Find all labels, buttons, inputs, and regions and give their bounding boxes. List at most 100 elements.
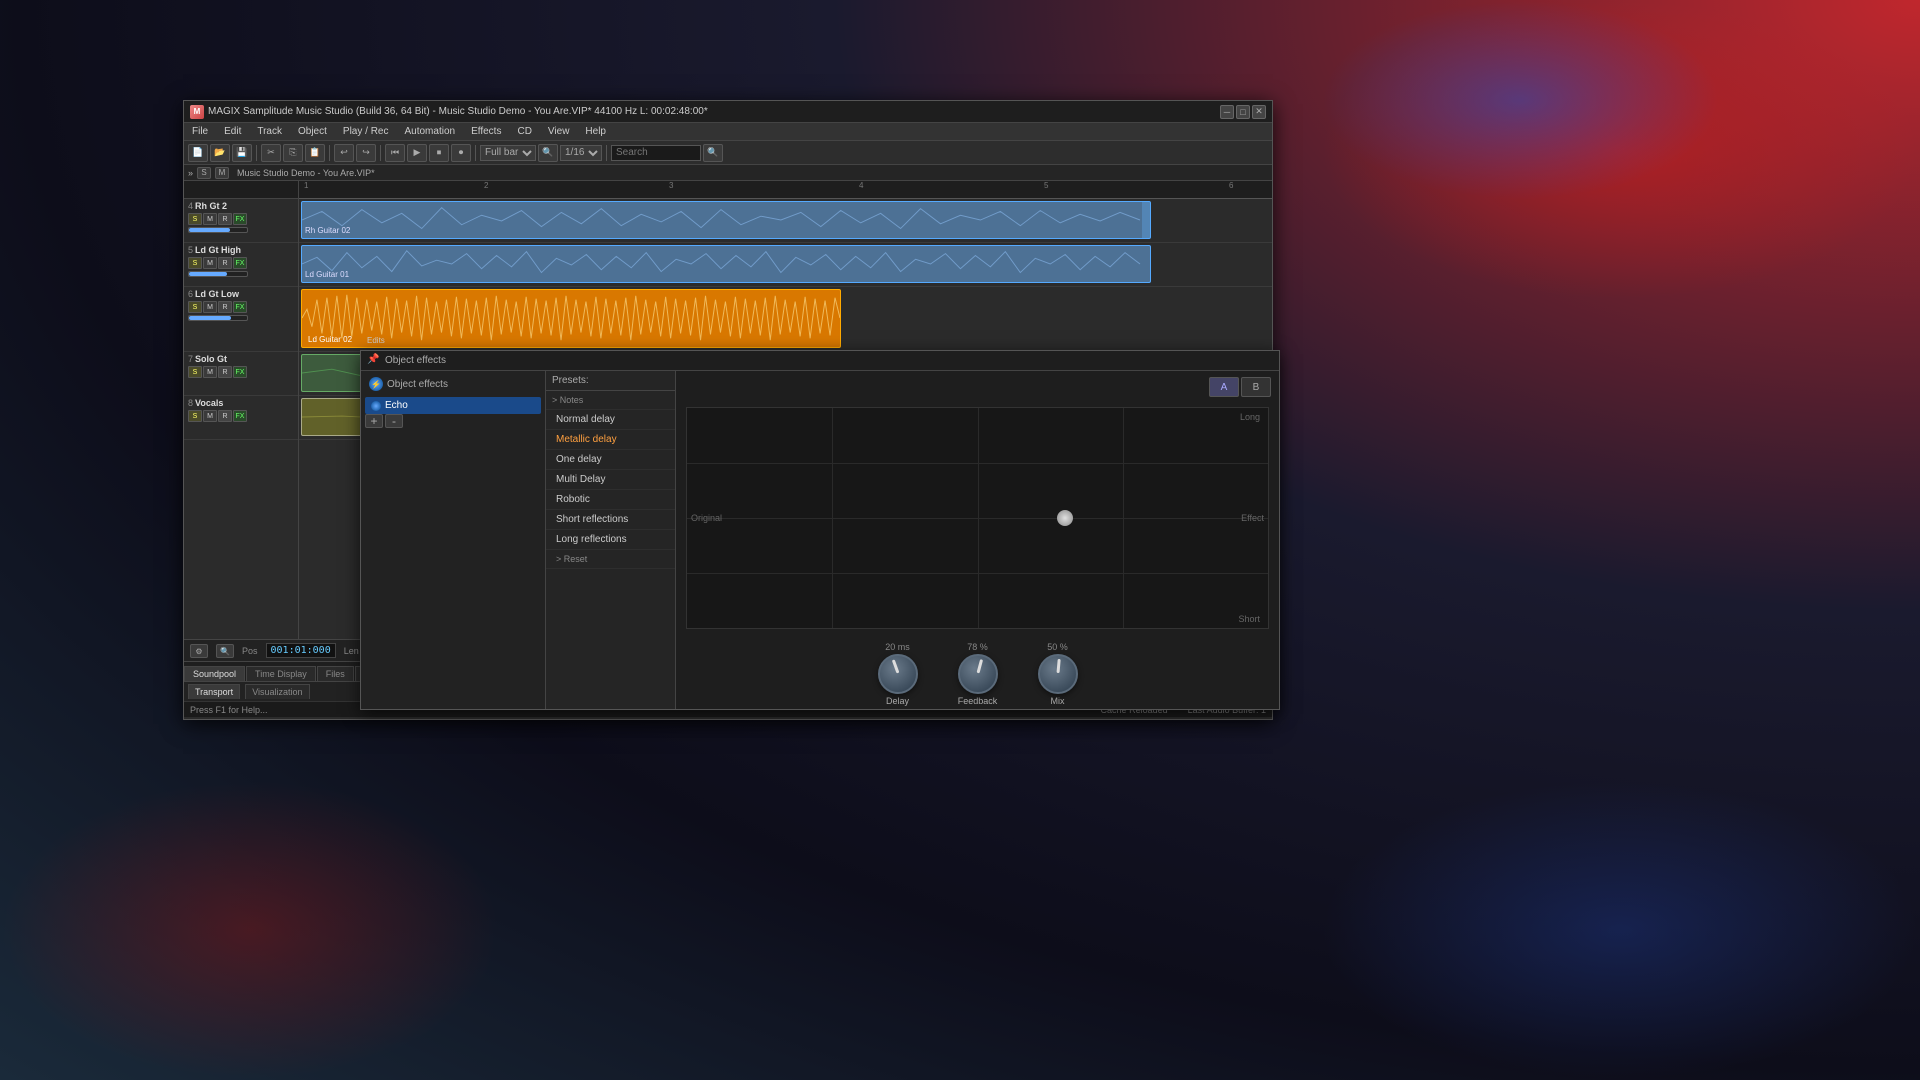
search-input[interactable] [611, 145, 701, 161]
zoom-select[interactable]: Full bar [480, 145, 536, 161]
menu-track[interactable]: Track [255, 126, 284, 137]
track-4-rec[interactable]: R [218, 213, 232, 225]
preset-long-reflections[interactable]: Long reflections [546, 530, 675, 550]
toolbar-paste[interactable]: 📋 [305, 144, 325, 162]
menu-view[interactable]: View [546, 126, 572, 137]
menu-automation[interactable]: Automation [402, 126, 457, 137]
toolbar-redo[interactable]: ↪ [356, 144, 376, 162]
feedback-knob[interactable] [958, 654, 998, 694]
track-7-solo[interactable]: S [188, 366, 202, 378]
track-6-fx[interactable]: FX [233, 301, 247, 313]
preset-multi-delay[interactable]: Multi Delay [546, 470, 675, 490]
track-name-6: Ld Gt Low [195, 289, 239, 299]
menu-edit[interactable]: Edit [222, 126, 243, 137]
clip-label-ld-guitar-low: Ld Guitar 02 [305, 334, 355, 345]
tab-transport[interactable]: Transport [188, 684, 240, 699]
toolbar-copy[interactable]: ⎘ [283, 144, 303, 162]
close-button[interactable]: ✕ [1252, 105, 1266, 119]
menu-effects[interactable]: Effects [469, 126, 503, 137]
add-effect-button[interactable]: + [365, 414, 383, 428]
pin-icon[interactable]: 📌 [367, 354, 381, 368]
track-4-mute[interactable]: M [203, 213, 217, 225]
track-8-mute[interactable]: M [203, 410, 217, 422]
clip-ld-guitar-low[interactable]: Ld Guitar 02 Edits [301, 289, 841, 348]
mix-knob-container: 50 % Mix [1038, 642, 1078, 706]
clip-ld-guitar-high[interactable]: Ld Guitar 01 [301, 245, 1151, 283]
toolbar-open[interactable]: 📂 [210, 144, 230, 162]
mix-knob[interactable] [1038, 654, 1078, 694]
track-8-fx[interactable]: FX [233, 410, 247, 422]
delay-knob[interactable] [878, 654, 918, 694]
clip-rh-guitar[interactable]: Rh Guitar 02 [301, 201, 1151, 239]
project-sub-bar: » S M Music Studio Demo - You Are.VIP* [184, 165, 1272, 181]
track-5-fader[interactable] [188, 271, 248, 277]
transport-setup[interactable]: ⚙ [190, 644, 208, 658]
track-7-fx[interactable]: FX [233, 366, 247, 378]
toolbar-save[interactable]: 💾 [232, 144, 252, 162]
toolbar-new[interactable]: 📄 [188, 144, 208, 162]
preset-normal-delay[interactable]: Normal delay [546, 410, 675, 430]
track-7-mute[interactable]: M [203, 366, 217, 378]
toolbar-transport-stop[interactable]: ⏹ [429, 144, 449, 162]
track-6-fader[interactable] [188, 315, 248, 321]
clip-label-rh-guitar: Rh Guitar 02 [302, 225, 353, 236]
preset-notes-category[interactable]: > Notes [546, 391, 675, 410]
track-8-rec[interactable]: R [218, 410, 232, 422]
presets-column: Presets: > Notes Normal delay Metallic d… [546, 371, 676, 709]
track-5-fx[interactable]: FX [233, 257, 247, 269]
pad-drag-dot[interactable] [1057, 510, 1073, 526]
menu-cd[interactable]: CD [515, 126, 533, 137]
toolbar-transport-play[interactable]: ▶ [407, 144, 427, 162]
track-5-rec[interactable]: R [218, 257, 232, 269]
delay-label: Delay [886, 696, 909, 706]
menu-help[interactable]: Help [583, 126, 608, 137]
preset-reset[interactable]: > Reset [546, 550, 675, 569]
track-4-solo[interactable]: S [188, 213, 202, 225]
tab-files[interactable]: Files [317, 666, 354, 681]
search-button[interactable]: 🔍 [703, 144, 723, 162]
len-label: Len [344, 646, 359, 656]
ruler-mark-5: 5 [1044, 181, 1048, 190]
preset-metallic-delay[interactable]: Metallic delay [546, 430, 675, 450]
restore-button[interactable]: □ [1236, 105, 1250, 119]
toolbar-undo[interactable]: ↩ [334, 144, 354, 162]
preset-robotic[interactable]: Robotic [546, 490, 675, 510]
track-7-rec[interactable]: R [218, 366, 232, 378]
track-num-7: 7 [188, 354, 193, 364]
track-8-solo[interactable]: S [188, 410, 202, 422]
collapse-icon[interactable]: » [188, 168, 193, 178]
ab-button-a[interactable]: A [1209, 377, 1239, 397]
menu-file[interactable]: File [190, 126, 210, 137]
effect-item-echo[interactable]: Echo [365, 397, 541, 414]
toolbar-zoom-in[interactable]: 🔍 [538, 144, 558, 162]
track-6-mute[interactable]: M [203, 301, 217, 313]
toolbar-transport-record[interactable]: ⏺ [451, 144, 471, 162]
grid-select[interactable]: 1/16 [560, 145, 602, 161]
toolbar-transport-rewind[interactable]: ⏮ [385, 144, 405, 162]
track-5-mute[interactable]: M [203, 257, 217, 269]
preset-one-delay[interactable]: One delay [546, 450, 675, 470]
transport-zoom[interactable]: 🔍 [216, 644, 234, 658]
remove-effect-button[interactable]: - [385, 414, 403, 428]
clip-resize-handle[interactable] [1142, 202, 1150, 238]
ab-button-b[interactable]: B [1241, 377, 1271, 397]
menu-play-rec[interactable]: Play / Rec [341, 126, 391, 137]
track-4-fader[interactable] [188, 227, 248, 233]
tab-time-display[interactable]: Time Display [246, 666, 316, 681]
track-5-solo[interactable]: S [188, 257, 202, 269]
panel-body: ⚡ Object effects Echo + - Presets: > Not… [361, 371, 1279, 709]
tab-visualization[interactable]: Visualization [245, 684, 309, 699]
track-header-6: 6 Ld Gt Low S M R FX [184, 287, 298, 352]
toolbar-sep-1 [256, 145, 257, 161]
track-6-rec[interactable]: R [218, 301, 232, 313]
track-6-solo[interactable]: S [188, 301, 202, 313]
menu-object[interactable]: Object [296, 126, 329, 137]
sub-btn-m[interactable]: M [215, 167, 229, 179]
toolbar-cut[interactable]: ✂ [261, 144, 281, 162]
track-4-fx[interactable]: FX [233, 213, 247, 225]
tab-soundpool[interactable]: Soundpool [184, 666, 245, 681]
sub-btn-s[interactable]: S [197, 167, 211, 179]
preset-short-reflections[interactable]: Short reflections [546, 510, 675, 530]
minimize-button[interactable]: ─ [1220, 105, 1234, 119]
effect-pad[interactable]: Long Short Original Effect [686, 407, 1269, 629]
